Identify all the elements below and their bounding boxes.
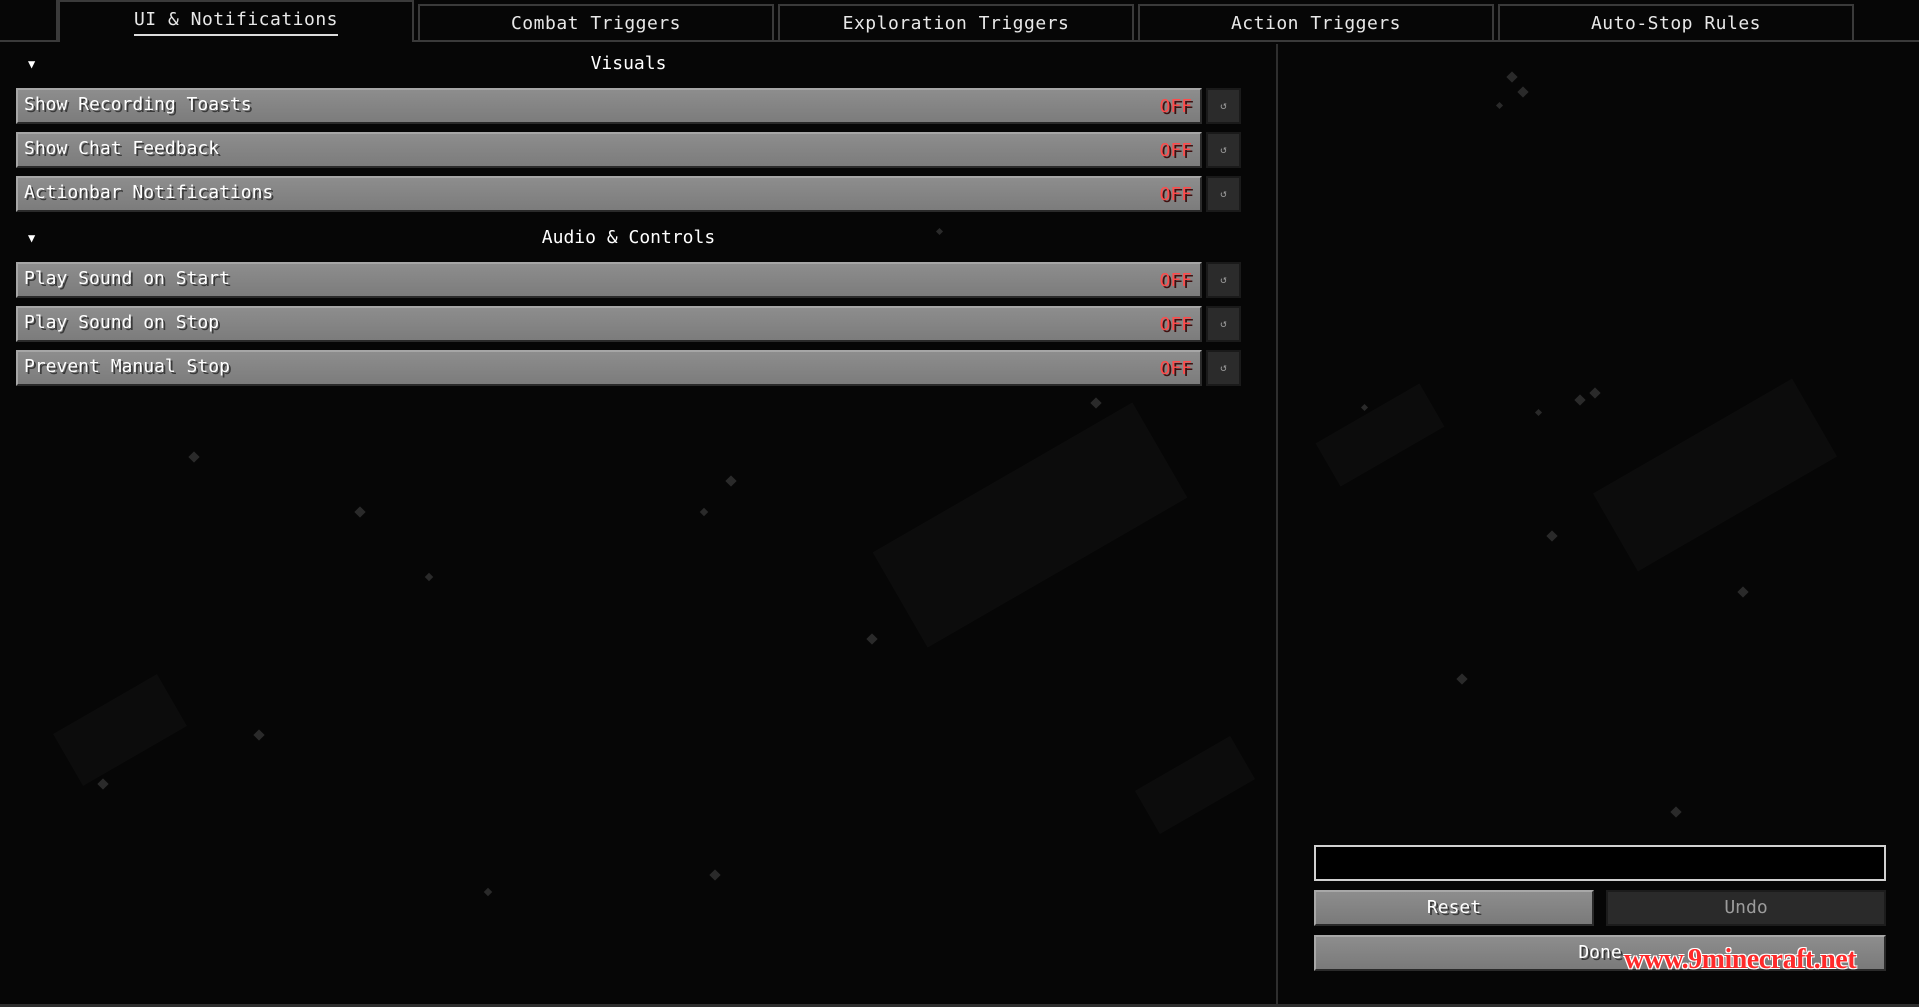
reset-option-button[interactable]: ↺ <box>1206 88 1241 124</box>
tab-action-triggers[interactable]: Action Triggers <box>1138 4 1494 40</box>
tab-bar-stub <box>0 0 58 40</box>
option-label: Show Chat Feedback <box>24 138 220 159</box>
reset-icon: ↺ <box>1220 273 1227 286</box>
option-value: OFF <box>1159 184 1192 205</box>
tab-label: Exploration Triggers <box>842 13 1070 34</box>
collapse-caret-icon[interactable]: ▼ <box>28 44 35 84</box>
tab-label: UI & Notifications <box>133 9 339 36</box>
search-input[interactable] <box>1314 845 1886 881</box>
watermark: www.9minecraft.net <box>1624 944 1857 975</box>
option-row-prevent-manual-stop: Prevent Manual Stop OFF ↺ <box>16 350 1241 386</box>
tab-label: Combat Triggers <box>510 13 682 34</box>
section-header-visuals[interactable]: ▼ Visuals <box>16 44 1241 84</box>
reset-option-button[interactable]: ↺ <box>1206 350 1241 386</box>
option-toggle-button[interactable]: Play Sound on Start OFF <box>16 262 1202 298</box>
side-panel: Reset Undo Done <box>1278 44 1919 1007</box>
collapse-caret-icon[interactable]: ▼ <box>28 218 35 258</box>
tab-bar: UI & Notifications Combat Triggers Explo… <box>0 0 1919 42</box>
option-value: OFF <box>1159 140 1192 161</box>
reset-icon: ↺ <box>1220 361 1227 374</box>
option-row-play-sound-on-stop: Play Sound on Stop OFF ↺ <box>16 306 1241 342</box>
option-row-show-recording-toasts: Show Recording Toasts OFF ↺ <box>16 88 1241 124</box>
reset-icon: ↺ <box>1220 317 1227 330</box>
option-value: OFF <box>1159 270 1192 291</box>
reset-option-button[interactable]: ↺ <box>1206 176 1241 212</box>
option-label: Actionbar Notifications <box>24 182 274 203</box>
tab-exploration-triggers[interactable]: Exploration Triggers <box>778 4 1134 40</box>
option-toggle-button[interactable]: Actionbar Notifications OFF <box>16 176 1202 212</box>
option-row-actionbar-notifications: Actionbar Notifications OFF ↺ <box>16 176 1241 212</box>
reset-option-button[interactable]: ↺ <box>1206 262 1241 298</box>
option-label: Prevent Manual Stop <box>24 356 230 377</box>
config-screen: UI & Notifications Combat Triggers Explo… <box>0 0 1919 1007</box>
tab-label: Action Triggers <box>1230 13 1402 34</box>
section-title: Audio & Controls <box>541 227 716 248</box>
reset-option-button[interactable]: ↺ <box>1206 132 1241 168</box>
option-label: Play Sound on Start <box>24 268 230 289</box>
reset-option-button[interactable]: ↺ <box>1206 306 1241 342</box>
tab-label: Auto-Stop Rules <box>1590 13 1762 34</box>
tab-combat-triggers[interactable]: Combat Triggers <box>418 4 774 40</box>
option-toggle-button[interactable]: Play Sound on Stop OFF <box>16 306 1202 342</box>
option-row-play-sound-on-start: Play Sound on Start OFF ↺ <box>16 262 1241 298</box>
option-toggle-button[interactable]: Show Recording Toasts OFF <box>16 88 1202 124</box>
option-value: OFF <box>1159 96 1192 117</box>
section-title: Visuals <box>590 53 667 74</box>
option-label: Show Recording Toasts <box>24 94 252 115</box>
reset-icon: ↺ <box>1220 187 1227 200</box>
option-value: OFF <box>1159 314 1192 335</box>
option-label: Play Sound on Stop <box>24 312 220 333</box>
reset-button[interactable]: Reset <box>1314 890 1594 926</box>
option-toggle-button[interactable]: Prevent Manual Stop OFF <box>16 350 1202 386</box>
reset-icon: ↺ <box>1220 99 1227 112</box>
tab-auto-stop-rules[interactable]: Auto-Stop Rules <box>1498 4 1854 40</box>
section-header-audio-controls[interactable]: ▼ Audio & Controls <box>16 218 1241 258</box>
reset-icon: ↺ <box>1220 143 1227 156</box>
option-value: OFF <box>1159 358 1192 379</box>
undo-button[interactable]: Undo <box>1606 890 1886 926</box>
option-toggle-button[interactable]: Show Chat Feedback OFF <box>16 132 1202 168</box>
option-row-show-chat-feedback: Show Chat Feedback OFF ↺ <box>16 132 1241 168</box>
config-list: ▼ Visuals Show Recording Toasts OFF ↺ Sh… <box>0 44 1276 1007</box>
tab-ui-notifications[interactable]: UI & Notifications <box>58 0 414 42</box>
